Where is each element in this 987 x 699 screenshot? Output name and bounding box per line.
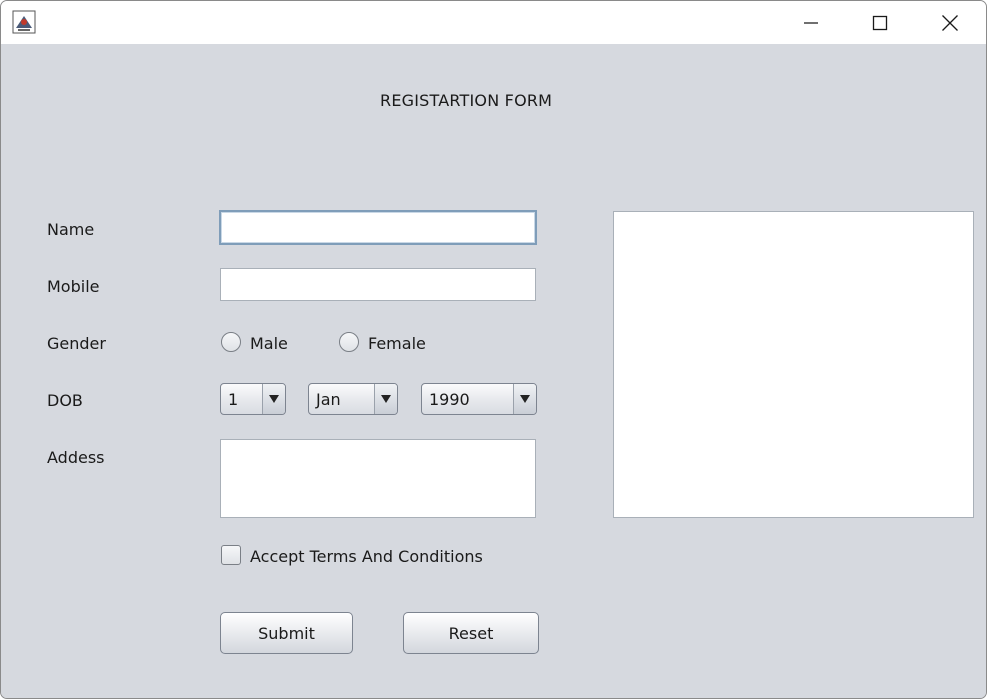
chevron-down-icon[interactable] bbox=[374, 384, 397, 414]
chevron-down-icon[interactable] bbox=[262, 384, 285, 414]
dob-label: DOB bbox=[47, 391, 83, 410]
day-select-value: 1 bbox=[228, 389, 239, 409]
male-radio-label[interactable]: Male bbox=[250, 334, 288, 353]
female-radio[interactable] bbox=[339, 332, 359, 352]
maximize-button[interactable] bbox=[846, 1, 914, 44]
mobile-label: Mobile bbox=[47, 277, 100, 296]
month-select-value: Jan bbox=[316, 389, 341, 409]
minimize-button[interactable] bbox=[777, 1, 845, 44]
name-label: Name bbox=[47, 220, 95, 239]
year-select-value: 1990 bbox=[429, 389, 470, 409]
address-textarea[interactable] bbox=[220, 439, 536, 518]
month-select[interactable]: Jan bbox=[308, 383, 398, 415]
submit-button[interactable]: Submit bbox=[220, 612, 353, 654]
male-radio[interactable] bbox=[221, 332, 241, 352]
close-icon bbox=[942, 14, 958, 31]
maximize-icon bbox=[872, 15, 888, 30]
address-label: Addess bbox=[47, 448, 105, 467]
reset-button[interactable]: Reset bbox=[403, 612, 539, 654]
name-input[interactable] bbox=[219, 210, 537, 245]
year-select[interactable]: 1990 bbox=[421, 383, 537, 415]
form-panel: REGISTARTION FORM Name Mobile Gender Mal… bbox=[1, 45, 986, 698]
terms-checkbox[interactable] bbox=[221, 545, 241, 565]
day-select[interactable]: 1 bbox=[220, 383, 286, 415]
gender-label: Gender bbox=[47, 334, 106, 353]
chevron-down-icon[interactable] bbox=[513, 384, 536, 414]
form-heading: REGISTARTION FORM bbox=[380, 91, 553, 110]
terms-label[interactable]: Accept Terms And Conditions bbox=[250, 547, 483, 566]
mobile-input[interactable] bbox=[220, 268, 536, 301]
output-textarea[interactable] bbox=[613, 211, 974, 518]
java-app-icon bbox=[12, 10, 36, 34]
app-window: REGISTARTION FORM Name Mobile Gender Mal… bbox=[0, 0, 987, 699]
female-radio-label[interactable]: Female bbox=[368, 334, 426, 353]
close-button[interactable] bbox=[916, 1, 984, 44]
title-bar[interactable] bbox=[1, 1, 986, 44]
minimize-icon bbox=[804, 21, 818, 24]
